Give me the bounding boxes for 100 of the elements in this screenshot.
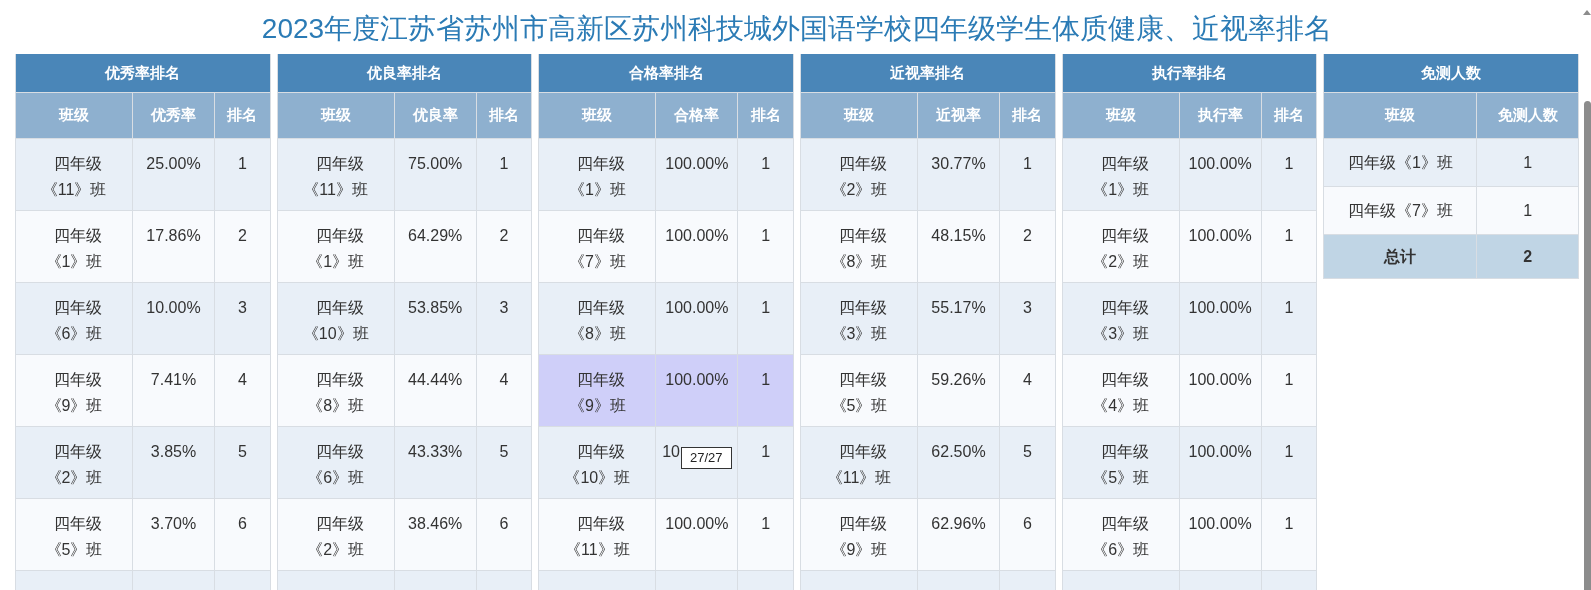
table-cell-text: 四年级《1》班 [44,226,104,272]
table-cell-text: 1 [1284,442,1294,462]
table-cell-text: 四年级《9》班 [829,514,889,560]
table-cell-text: 1 [499,154,509,174]
table-cell-text: 62.50% [931,442,986,462]
table-cell-text: 四年级《5》班 [1091,442,1151,488]
table-cell-text: 100.00% [665,154,729,174]
table-cell-text: 四年级《2》班 [44,442,104,488]
table-cell-text: 1 [237,154,247,174]
table-cell-text: 3.70% [150,514,197,534]
table-title: 免测人数 [1324,54,1578,93]
table-cell-text: 四年级《8》班 [567,298,627,344]
table-cell-text: 100.00% [665,514,729,534]
table-cell-text: 四年级《1》班 [1091,154,1151,200]
table-cell-text: 100.00% [1188,442,1252,462]
table-cell-text: 38.46% [408,514,463,534]
column-header: 排名 [488,105,520,126]
table-cell-text: 四年级《7》班 [1347,200,1453,221]
table-cell-text: 53.85% [408,298,463,318]
table-title: 合格率排名 [539,54,793,93]
table-cell-text: 100.00% [1188,226,1252,246]
table-cell-text: 四年级《10》班 [563,442,632,488]
table-cell-text: 四年级《9》班 [44,370,104,416]
total-cell-text: 2 [1523,246,1533,267]
table-cell-text: 100.00% [665,298,729,318]
table-cell-text: 10.00% [146,298,201,318]
table-cell-text: 1 [1284,154,1294,174]
column-header: 免测人数 [1496,105,1559,126]
table-cell-text: 四年级《11》班 [825,442,893,488]
column-header: 排名 [749,105,782,126]
total-cell-text: 总计 [1384,246,1417,267]
table-cell-text: 100.00% [1188,154,1252,174]
table-cell-text: 四年级《11》班 [564,514,631,560]
table-cell-text: 100.00% [1188,298,1252,318]
scroll-up-icon[interactable] [1583,8,1591,16]
table-title: 近视率排名 [801,54,1055,93]
table-cell-text: 1 [1284,298,1294,318]
table-cell-text: 1 [761,226,771,246]
table-cell-text: 100.00% [1188,514,1252,534]
table-cell-text: 4 [237,370,247,390]
table-cell-text: 2 [499,226,509,246]
table-cell-text: 100.00% [665,226,729,246]
scrollbar-thumb[interactable] [1583,101,1591,590]
table-cell-text: 四年级《2》班 [829,154,889,200]
table-cell-text: 四年级《2》班 [306,514,366,560]
table-cell-text: 1 [1022,154,1032,174]
tooltip: 27/27 [680,447,732,469]
table-cell-text: 4 [1022,370,1032,390]
table-cell-text: 2 [237,226,247,246]
table-cell-text: 四年级《10》班 [301,298,370,344]
table-cell-text: 25.00% [146,154,201,174]
table-cell-text: 6 [1022,514,1032,534]
table-cell-text: 1 [1284,370,1294,390]
table-cell-text: 17.86% [146,226,201,246]
column-header: 排名 [1011,105,1044,126]
table-cell-text: 62.96% [931,514,986,534]
table-cell-text: 2 [1022,226,1032,246]
table-cell-text: 四年级《7》班 [567,226,627,272]
table-cell-text: 四年级《1》班 [567,154,627,200]
table-cell-text: 1 [1523,200,1533,221]
table-cell-text: 100.00% [1188,370,1252,390]
table-cell-text: 四年级《3》班 [829,298,889,344]
table-cell-text: 55.17% [931,298,986,318]
table-cell-text: 四年级《4》班 [1091,370,1151,416]
table-title: 优良率排名 [277,54,532,93]
table-cell-text: 5 [237,442,247,462]
table-cell-text: 四年级《1》班 [306,226,366,272]
table-cell-text: 四年级《5》班 [44,514,104,560]
table-cell-text: 10 [662,442,680,462]
table-cell-text: 1 [761,154,771,174]
table-cell-text: 5 [1022,442,1032,462]
table-cell-text: 四年级《5》班 [829,370,889,416]
table-cell-text: 四年级《11》班 [302,154,369,200]
table-cell-text: 59.26% [931,370,986,390]
table-cell-text: 7.41% [150,370,197,390]
table-cell-text: 3 [237,298,247,318]
table-cell-text: 5 [499,442,509,462]
table-cell-text: 3.85% [150,442,197,462]
table-cell-text: 44.44% [408,370,463,390]
table-cell-text: 1 [761,442,771,462]
table-cell-text: 100.00% [665,370,729,390]
table-cell-text: 3 [1022,298,1032,318]
table-cell-text: 四年级《3》班 [1091,298,1151,344]
column-header: 排名 [1273,105,1305,126]
table-cell-text: 四年级《2》班 [1091,226,1151,272]
table-cell-text: 1 [761,298,771,318]
column-header: 排名 [226,105,259,126]
table-cell-text: 1 [761,370,771,390]
table-cell-text: 四年级《9》班 [567,370,627,416]
table-cell-text: 1 [1284,226,1294,246]
table-title: 执行率排名 [1062,54,1317,93]
table-cell-text: 75.00% [408,154,463,174]
page-title: 2023年度江苏省苏州市高新区苏州科技城外国语学校四年级学生体质健康、近视率排名 [261,12,1333,46]
table-cell-text: 1 [1523,152,1533,173]
table-cell-text: 30.77% [931,154,986,174]
table-cell-text: 6 [499,514,509,534]
table-cell-text: 1 [1284,514,1294,534]
table-cell-text: 43.33% [408,442,463,462]
table-title: 优秀率排名 [16,54,270,93]
table-cell-text: 48.15% [931,226,986,246]
